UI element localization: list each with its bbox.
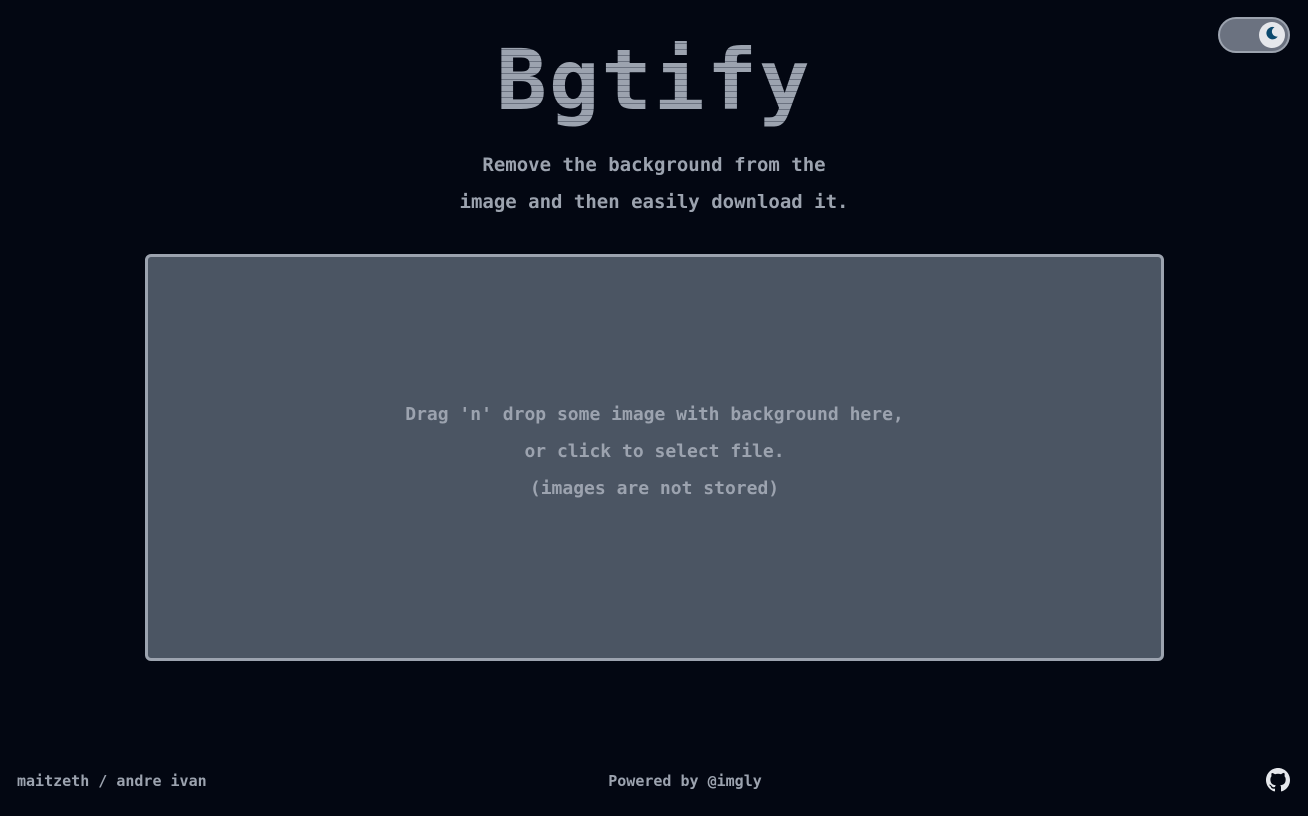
subtitle-line: image and then easily download it.	[459, 191, 849, 213]
powered-by-link[interactable]: Powered by @imgly	[608, 772, 762, 790]
image-dropzone[interactable]: Drag 'n' drop some image with background…	[145, 254, 1164, 661]
github-icon	[1266, 768, 1290, 796]
app-subtitle: Remove the background from the image and…	[0, 147, 1308, 221]
dropzone-instructions: Drag 'n' drop some image with background…	[405, 396, 904, 507]
authors-link[interactable]: maitzeth / andre ivan	[17, 772, 207, 790]
dropzone-line: (images are not stored)	[529, 478, 780, 499]
github-link[interactable]	[1266, 768, 1290, 792]
app-page: Bgtify Remove the background from the im…	[0, 0, 1308, 816]
subtitle-line: Remove the background from the	[482, 154, 826, 176]
dropzone-line: Drag 'n' drop some image with background…	[405, 404, 904, 425]
dropzone-line: or click to select file.	[524, 441, 785, 462]
app-title: Bgtify	[0, 32, 1308, 128]
